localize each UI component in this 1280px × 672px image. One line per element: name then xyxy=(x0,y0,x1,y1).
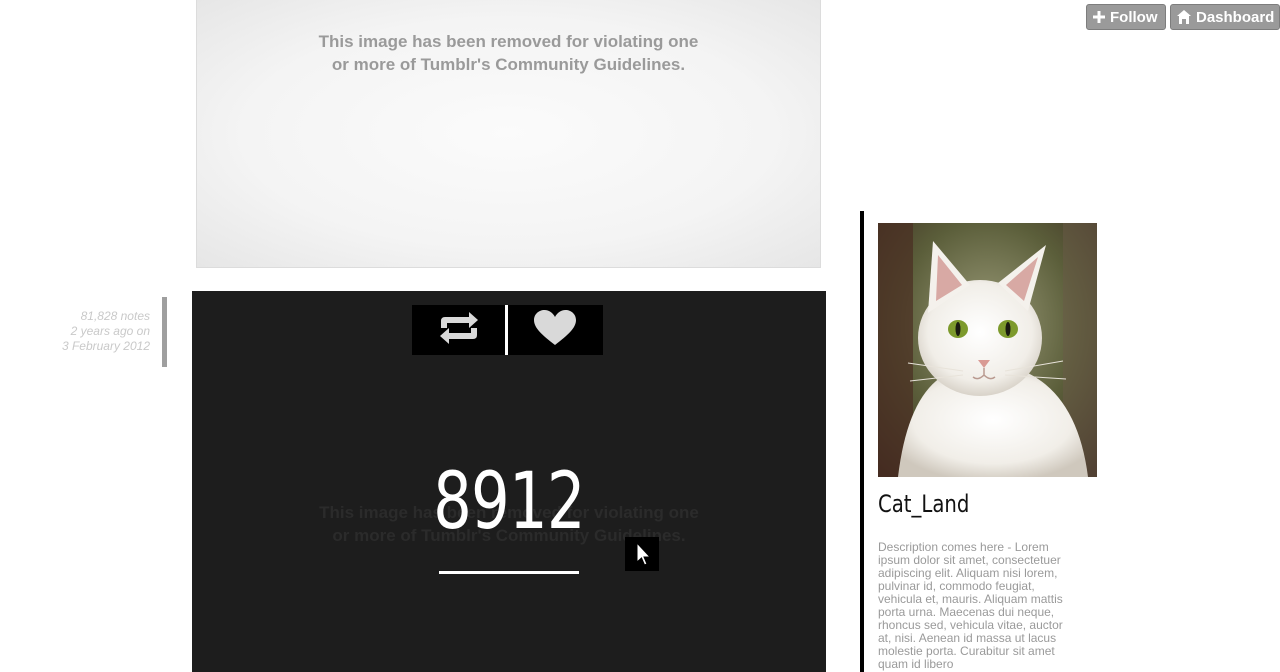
avatar[interactable] xyxy=(878,223,1097,477)
follow-button[interactable]: Follow xyxy=(1086,4,1166,30)
mouse-cursor xyxy=(625,537,659,571)
post-age: 2 years ago on xyxy=(70,324,150,338)
post-action-bar xyxy=(412,305,603,355)
reblog-button[interactable] xyxy=(412,305,505,355)
post-meta: 81,828 notes 2 years ago on 3 February 2… xyxy=(30,309,150,354)
note-count: 8912 xyxy=(433,457,586,547)
dashboard-button[interactable]: Dashboard xyxy=(1170,4,1280,30)
hovered-post[interactable]: This image has been removed for violatin… xyxy=(192,291,826,672)
removed-notice: This image has been removed for violatin… xyxy=(197,30,820,76)
sidebar-border xyxy=(860,211,864,672)
note-count-underline xyxy=(439,571,579,574)
dashboard-label: Dashboard xyxy=(1196,8,1275,26)
notes-count-link[interactable]: 81,828 notes xyxy=(30,309,150,324)
blog-description: Description comes here - Lorem ipsum dol… xyxy=(878,540,1063,671)
post-date[interactable]: 3 February 2012 xyxy=(30,339,150,354)
reblog-icon xyxy=(437,310,481,351)
follow-label: Follow xyxy=(1110,8,1158,26)
blog-title[interactable]: Cat_Land xyxy=(878,490,969,518)
removed-image-post: This image has been removed for violatin… xyxy=(196,0,821,268)
like-button[interactable] xyxy=(508,305,601,355)
removed-notice-line-1: This image has been removed for violatin… xyxy=(318,32,699,51)
page: Follow Dashboard This image has been rem… xyxy=(0,0,1280,672)
removed-notice-line-2: or more of Tumblr's Community Guidelines… xyxy=(331,55,686,74)
home-icon xyxy=(1177,10,1191,24)
meta-divider xyxy=(162,297,167,367)
plus-icon xyxy=(1093,11,1105,23)
heart-icon xyxy=(532,309,578,352)
